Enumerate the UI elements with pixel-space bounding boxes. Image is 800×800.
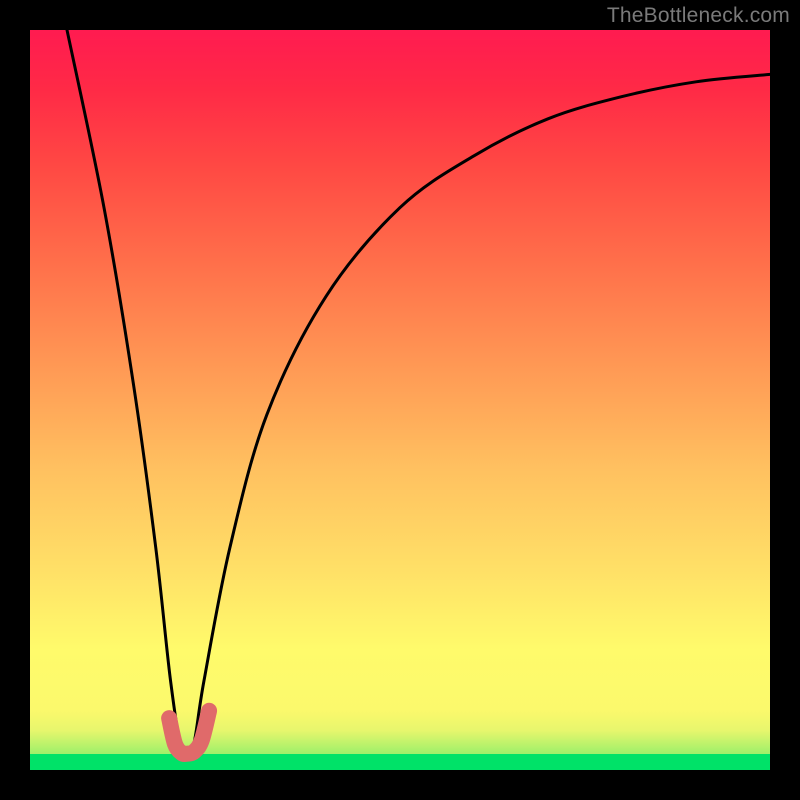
chart-frame: TheBottleneck.com [0,0,800,800]
watermark-text: TheBottleneck.com [607,4,790,28]
valley-marker [169,711,209,754]
curve-layer [30,30,770,770]
plot-area [30,30,770,770]
bottleneck-curve [67,30,770,756]
